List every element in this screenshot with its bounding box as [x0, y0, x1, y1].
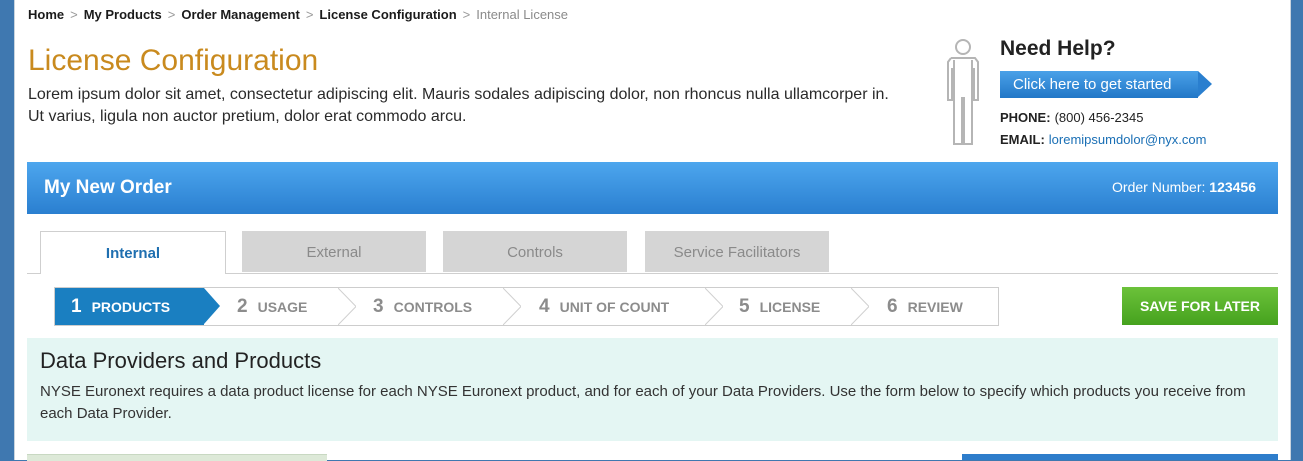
step-number: 6	[887, 296, 898, 317]
step-label: UNIT OF COUNT	[559, 299, 670, 315]
page-frame: Home > My Products > Order Management > Licens…	[14, 0, 1291, 461]
breadcrumb-license-configuration[interactable]: License Configuration	[319, 7, 456, 22]
breadcrumb-order-management[interactable]: Order Management	[181, 7, 299, 22]
breadcrumb: Home > My Products > Order Management > Licens…	[28, 7, 569, 22]
step-review[interactable]: 6 REVIEW	[887, 288, 963, 325]
order-number-label: Order Number:	[1112, 179, 1206, 195]
step-label: USAGE	[257, 299, 308, 315]
section-description: NYSE Euronext requires a data product li…	[40, 383, 1246, 422]
chevron-right-icon	[338, 288, 356, 325]
help-title: Need Help?	[1000, 37, 1116, 60]
breadcrumb-current: Internal License	[476, 7, 569, 22]
chevron-right-icon	[705, 288, 723, 325]
tab-external[interactable]: External	[242, 231, 426, 272]
step-label: CONTROLS	[393, 299, 473, 315]
side-panel-edge	[962, 454, 1278, 460]
step-number: 1	[71, 296, 82, 317]
step-number: 4	[539, 296, 550, 317]
data-providers-panel: Data Providers and Products NYSE Euronex…	[27, 338, 1278, 441]
step-controls[interactable]: 3 CONTROLS	[373, 288, 472, 325]
step-unit-of-count[interactable]: 4 UNIT OF COUNT	[539, 288, 669, 325]
email-label: EMAIL:	[1000, 132, 1045, 147]
get-started-button[interactable]: Click here to get started	[1000, 71, 1212, 98]
tab-internal[interactable]: Internal	[40, 231, 226, 274]
step-label: PRODUCTS	[91, 299, 171, 315]
step-wizard: 1 PRODUCTS 2 USAGE 3 CONTROLS 4 UNIT OF COUN…	[54, 287, 999, 326]
help-email: EMAIL: loremipsumdolor@nyx.com	[1000, 132, 1206, 147]
breadcrumb-home[interactable]: Home	[28, 7, 64, 22]
section-title: Data Providers and Products	[40, 348, 322, 373]
step-number: 3	[373, 296, 384, 317]
phone-label: PHONE:	[1000, 110, 1051, 125]
order-header: My New Order Order Number: 123456	[27, 162, 1278, 214]
tab-service-facilitators[interactable]: Service Facilitators	[645, 231, 829, 272]
tab-controls[interactable]: Controls	[443, 231, 627, 272]
breadcrumb-my-products[interactable]: My Products	[84, 7, 162, 22]
step-products[interactable]: 1 PRODUCTS	[55, 288, 220, 325]
step-label: LICENSE	[759, 299, 821, 315]
help-phone: PHONE: (800) 456-2345	[1000, 110, 1143, 125]
page-intro: Lorem ipsum dolor sit amet, consectetur …	[28, 86, 889, 125]
license-tabs: Internal External Controls Service Facil…	[27, 231, 1278, 274]
save-for-later-button[interactable]: SAVE FOR LATER	[1122, 287, 1278, 325]
page-title: License Configuration	[28, 44, 319, 77]
chevron-right-icon	[503, 288, 521, 325]
order-title: My New Order	[44, 177, 172, 198]
phone-value: (800) 456-2345	[1054, 110, 1144, 125]
person-icon	[947, 39, 979, 145]
step-number: 2	[237, 296, 248, 317]
step-usage[interactable]: 2 USAGE	[237, 288, 307, 325]
order-number: Order Number: 123456	[1112, 179, 1256, 195]
order-number-value: 123456	[1209, 179, 1256, 195]
chevron-right-icon	[851, 288, 869, 325]
step-label: REVIEW	[907, 299, 963, 315]
step-number: 5	[739, 296, 750, 317]
step-license[interactable]: 5 LICENSE	[739, 288, 820, 325]
email-link[interactable]: loremipsumdolor@nyx.com	[1049, 132, 1207, 147]
